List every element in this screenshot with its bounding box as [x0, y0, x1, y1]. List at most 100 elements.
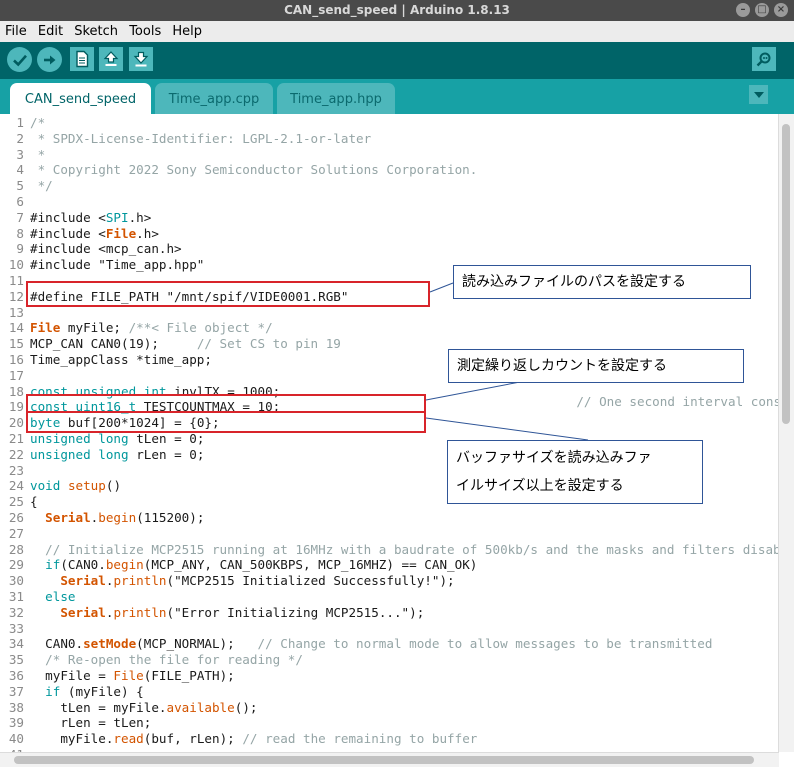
vertical-scroll-thumb[interactable] — [782, 124, 790, 424]
menu-sketch[interactable]: Sketch — [69, 21, 120, 42]
line-code: else — [30, 589, 76, 605]
code-line: 39 rLen = tLen; — [0, 715, 779, 731]
vertical-scrollbar[interactable] — [778, 114, 794, 752]
code-token: ("Error Initializing MCP2515..."); — [166, 604, 425, 620]
serial-monitor-icon — [756, 52, 771, 67]
code-token: long — [98, 431, 129, 446]
minimize-icon[interactable]: – — [736, 3, 750, 17]
window-controls: – □ × — [736, 3, 788, 17]
upload-button[interactable] — [37, 47, 62, 72]
code-token: tLen = 0; — [128, 431, 205, 446]
code-token: else — [45, 589, 76, 604]
code-token: File — [113, 668, 144, 683]
callout-count: 測定繰り返しカウントを設定する — [448, 349, 744, 383]
line-number: 27 — [8, 525, 24, 541]
line-number: 28 — [8, 541, 24, 557]
code-token: (myFile) { — [60, 683, 144, 699]
code-line: 1 /* — [0, 115, 779, 131]
tab-time-app-cpp[interactable]: Time_app.cpp — [155, 83, 273, 114]
callout-buffer: バッファサイズを読み込みファ イルサイズ以上を設定する — [447, 440, 703, 504]
line-number: 29 — [8, 557, 24, 573]
line-number: 39 — [8, 715, 24, 731]
code-token: File — [105, 225, 137, 241]
line-number: 7 — [16, 209, 24, 225]
code-token: myFile; — [60, 320, 129, 336]
line-code: * Copyright 2022 Sony Semiconductor Solu… — [30, 162, 478, 178]
code-editor[interactable]: 4 1 40 myFile.read(buf, rLen); // read the… — [0, 114, 779, 752]
line-number: 40 — [8, 731, 24, 747]
code-token: available — [166, 699, 235, 715]
code-line: 7 #include <SPI.h> — [0, 210, 779, 226]
code-line: 34 CAN0.setMode(MCP_NORMAL); // Change t… — [0, 636, 779, 652]
code-token: { — [30, 494, 38, 510]
save-button[interactable] — [129, 47, 153, 71]
code-token: println — [113, 573, 167, 589]
line-number: 12 — [8, 288, 24, 304]
line-number: 8 — [16, 225, 24, 241]
horizontal-scrollbar[interactable] — [0, 752, 779, 767]
line-code: if (myFile) { — [30, 684, 144, 700]
code-token: if — [45, 557, 61, 573]
menu-tools[interactable]: Tools — [124, 21, 163, 42]
horizontal-scroll-thumb[interactable] — [14, 756, 754, 764]
line-number: 11 — [8, 273, 24, 288]
code-token: unsigned — [30, 446, 91, 462]
line-code: void setup() — [30, 478, 121, 494]
serial-monitor-button[interactable] — [752, 47, 776, 71]
line-number: 17 — [8, 367, 24, 383]
line-number: 4 — [16, 162, 24, 178]
code-token: #include <mcp_can.h> — [30, 241, 182, 257]
line-number: 30 — [8, 573, 24, 589]
code-token: #include "Time_app.hpp" — [30, 257, 205, 273]
code-token: unsigned — [30, 431, 91, 446]
code-token: // read the remaining to buffer — [242, 731, 478, 747]
line-code: */ — [30, 178, 53, 194]
close-icon[interactable]: × — [774, 3, 788, 17]
open-button[interactable] — [99, 47, 123, 71]
code-line: 32 Serial.println("Error Initializing MC… — [0, 605, 779, 621]
tab-bar: CAN_send_speed Time_app.cpp Time_app.hpp — [0, 79, 794, 114]
line-number: 26 — [8, 510, 24, 525]
line-code: * SPDX-License-Identifier: LGPL-2.1-or-l… — [30, 130, 372, 147]
code-token: println — [113, 604, 167, 620]
code-token: ("MCP2515 Initialized Successfully!"); — [166, 573, 455, 589]
line-code: myFile = File(FILE_PATH); — [30, 668, 235, 684]
menu-file[interactable]: File — [0, 21, 29, 42]
line-code: Serial.println("Error Initializing MCP25… — [30, 605, 424, 621]
save-icon — [133, 51, 149, 67]
tab-time-app-hpp[interactable]: Time_app.hpp — [277, 83, 395, 114]
maximize-icon[interactable]: □ — [755, 3, 769, 17]
code-token: // Initialize MCP2515 running at 16MHz w… — [30, 541, 779, 557]
code-line: 38 tLen = myFile.available(); — [0, 700, 779, 716]
code-token: MCP_CAN CAN0(19); — [30, 336, 197, 352]
menu-edit[interactable]: Edit — [33, 21, 65, 42]
menu-help[interactable]: Help — [167, 21, 204, 42]
line-code: unsigned long rLen = 0; — [30, 447, 204, 463]
tab-menu-button[interactable] — [749, 85, 768, 104]
code-token: /* — [30, 115, 46, 130]
new-button[interactable] — [70, 47, 94, 71]
code-token: File — [30, 320, 61, 336]
code-line: 9 #include <mcp_can.h> — [0, 241, 779, 257]
line-code: { — [30, 494, 38, 510]
upload-icon — [43, 55, 55, 64]
code-token: if — [45, 683, 61, 699]
line-number: 36 — [8, 668, 24, 683]
line-number: 21 — [8, 431, 24, 446]
code-token: Serial — [60, 604, 106, 620]
code-token: myFile. — [30, 731, 114, 747]
code-token: /* Re-open the file for reading */ — [30, 652, 303, 668]
line-code: #include <mcp_can.h> — [30, 241, 182, 257]
code-token: * SPDX-License-Identifier: LGPL-2.1-or-l… — [30, 130, 372, 146]
verify-button[interactable] — [7, 47, 32, 72]
code-token: rLen = tLen; — [30, 715, 152, 731]
code-token: () — [105, 478, 122, 494]
code-token: (buf, rLen); — [143, 731, 243, 747]
code-token: Serial — [60, 573, 106, 589]
tab-can-send-speed[interactable]: CAN_send_speed — [10, 83, 151, 114]
